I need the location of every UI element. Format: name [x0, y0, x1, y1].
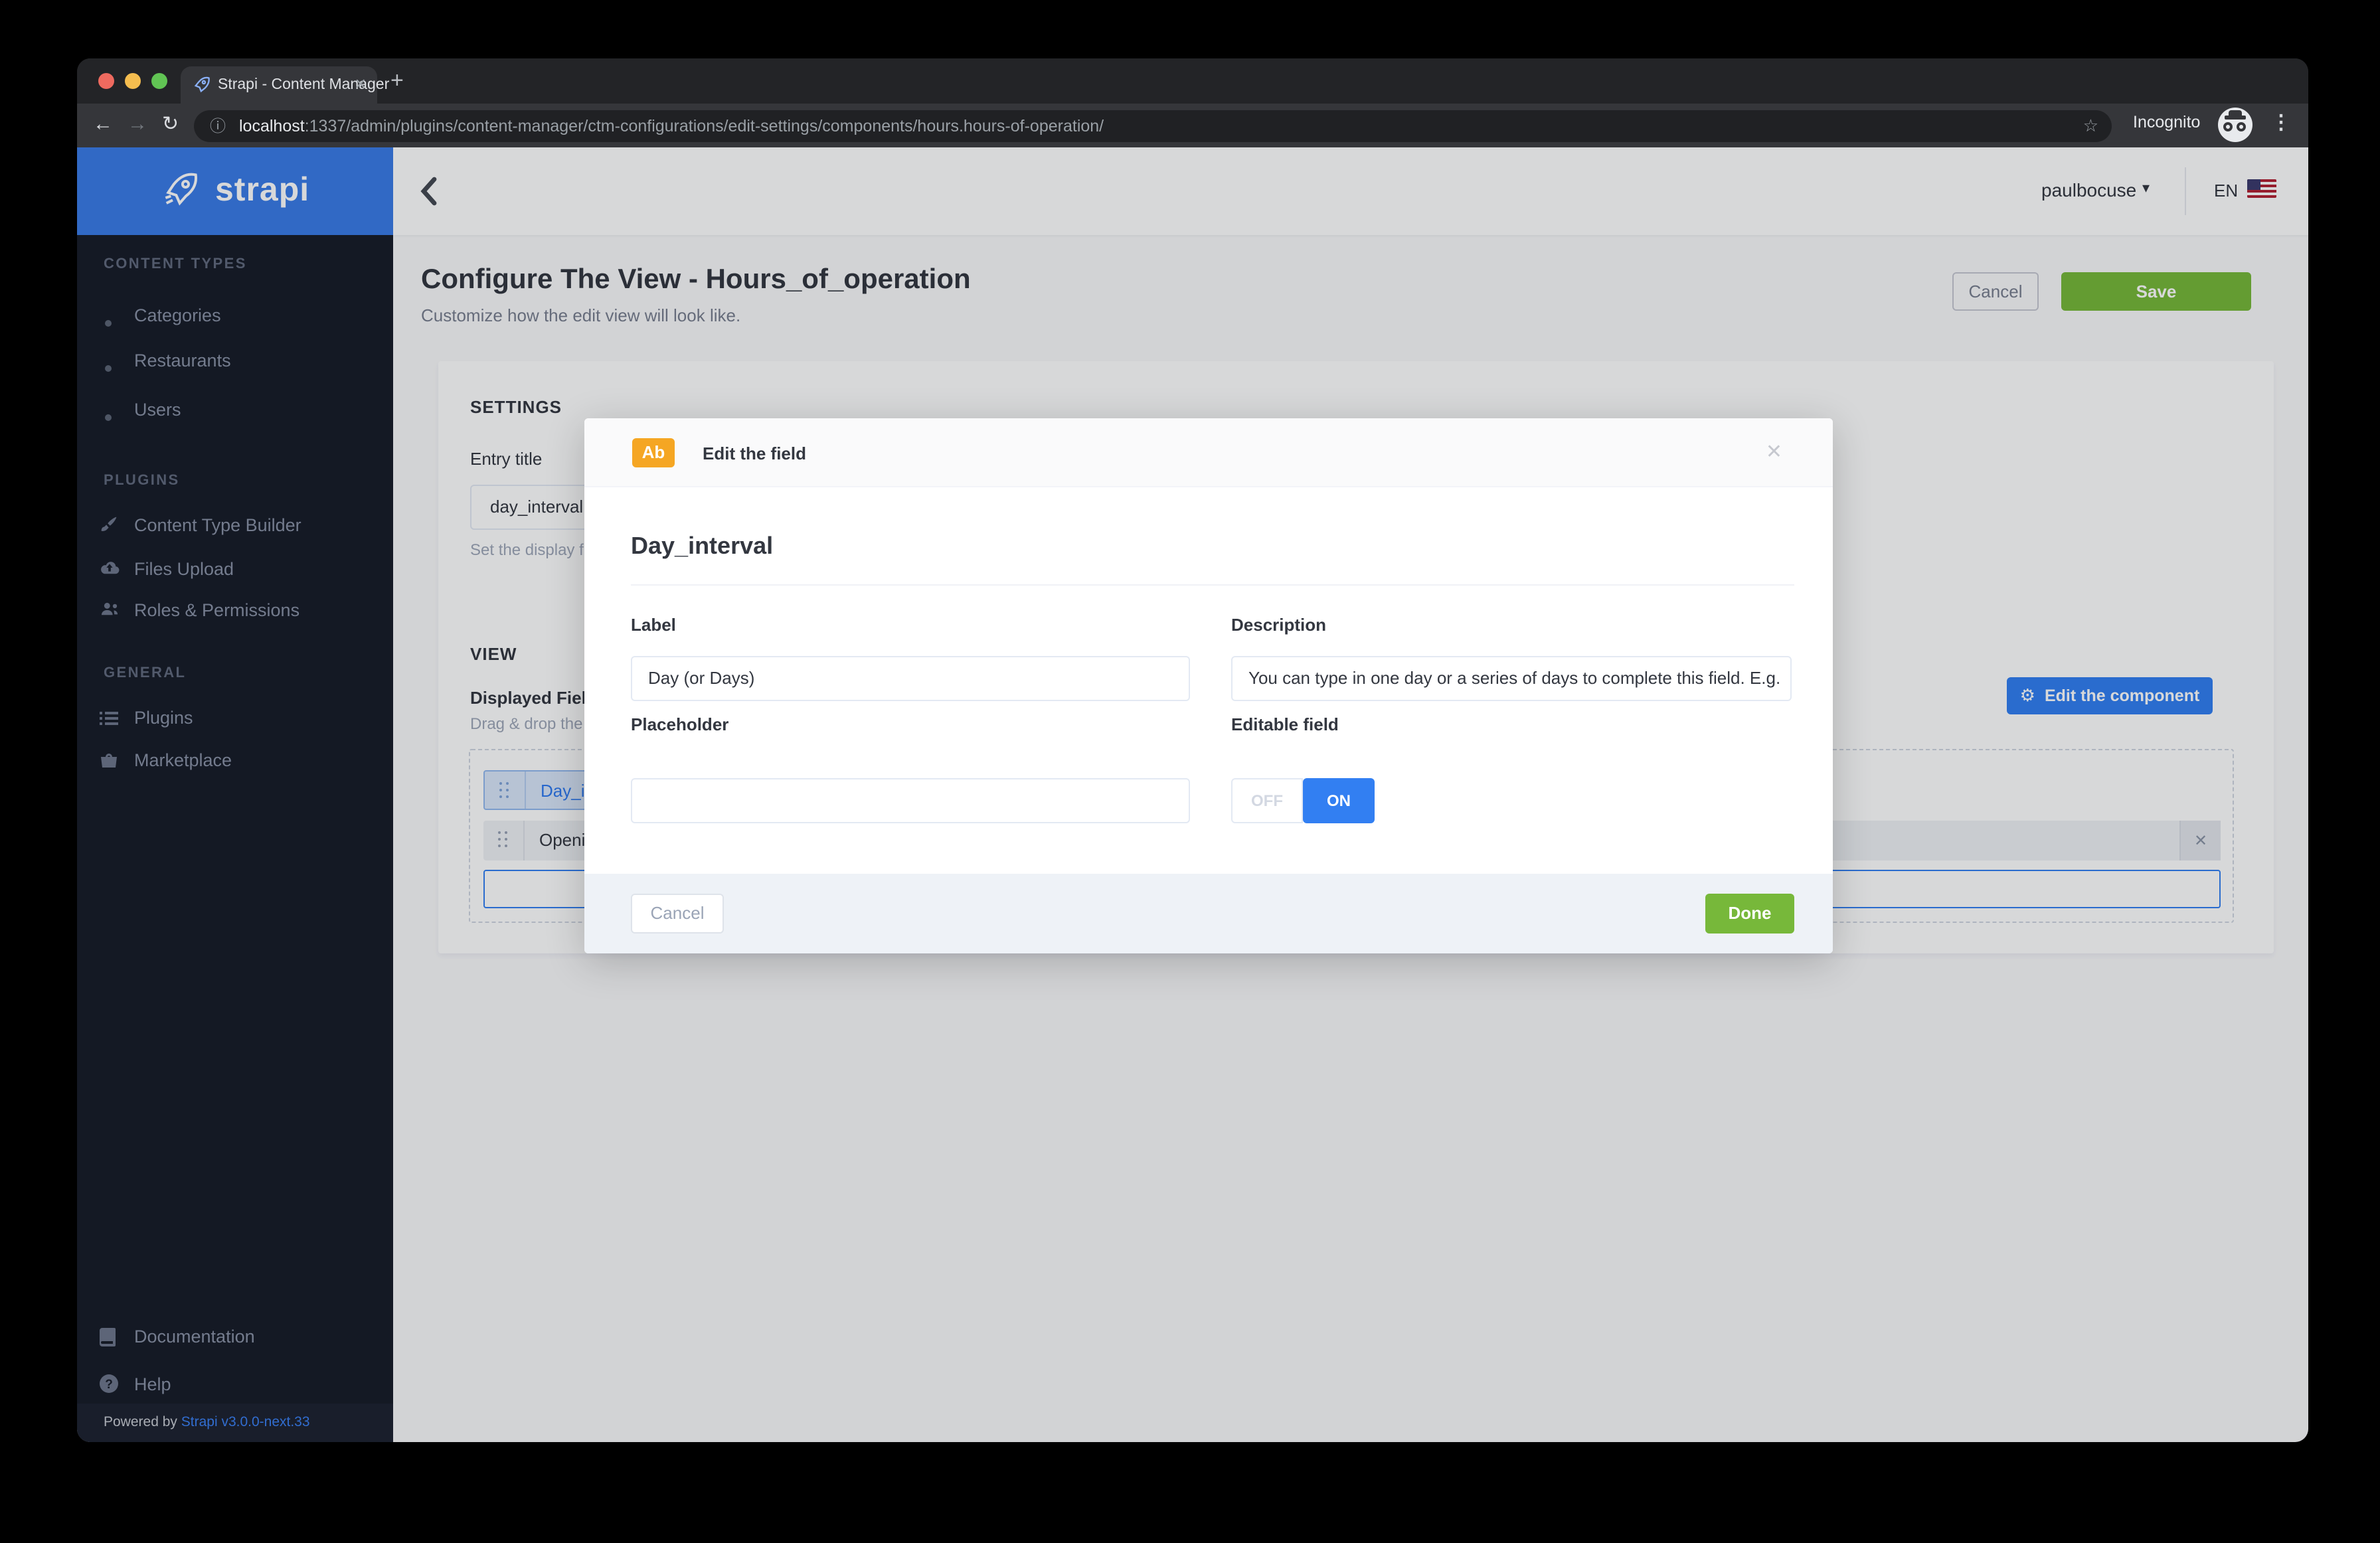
- strapi-favicon-icon: [193, 76, 211, 98]
- forward-icon[interactable]: →: [128, 112, 147, 138]
- label-label: Label: [631, 615, 676, 635]
- modal-close-icon[interactable]: ✕: [1766, 440, 1782, 463]
- url-path: :1337/admin/plugins/content-manager/ctm-…: [305, 117, 1104, 135]
- placeholder-label: Placeholder: [631, 714, 728, 734]
- edit-field-modal: Ab Edit the field ✕ Day_interval Label D…: [584, 418, 1833, 953]
- window-minimize-button[interactable]: [125, 73, 141, 89]
- new-tab-button[interactable]: +: [390, 69, 404, 92]
- window-close-button[interactable]: [98, 73, 114, 89]
- back-icon[interactable]: ←: [93, 112, 113, 138]
- reload-icon[interactable]: ↻: [162, 112, 179, 138]
- tab-close-icon[interactable]: ✕: [355, 76, 367, 93]
- modal-divider: [631, 584, 1794, 586]
- bookmark-star-icon[interactable]: ☆: [2083, 110, 2098, 142]
- label-input[interactable]: Day (or Days): [631, 656, 1190, 701]
- incognito-label: Incognito: [2133, 113, 2200, 131]
- placeholder-input[interactable]: [631, 778, 1190, 823]
- description-label: Description: [1231, 615, 1326, 635]
- page-info-icon[interactable]: ⓘ: [210, 110, 226, 142]
- browser-window: Strapi - Content Manager ✕ + ← → ↻ ⓘ loc…: [77, 58, 2308, 1442]
- url-host: localhost: [239, 117, 305, 135]
- editable-toggle[interactable]: OFF ON: [1231, 778, 1375, 823]
- toggle-on-option[interactable]: ON: [1303, 778, 1375, 823]
- modal-done-button[interactable]: Done: [1705, 894, 1794, 934]
- text-field-type-badge: Ab: [632, 438, 675, 467]
- browser-tab[interactable]: Strapi - Content Manager ✕: [181, 66, 377, 104]
- browser-tabstrip: Strapi - Content Manager ✕ +: [77, 58, 2308, 104]
- modal-header: Ab Edit the field ✕: [584, 418, 1833, 487]
- screen: Strapi - Content Manager ✕ + ← → ↻ ⓘ loc…: [0, 0, 2380, 1543]
- incognito-icon: [2218, 108, 2252, 142]
- url-bar[interactable]: ⓘ localhost:1337/admin/plugins/content-m…: [194, 110, 2112, 142]
- strapi-app: strapi CONTENT TYPES Categories Restaura…: [77, 147, 2308, 1442]
- browser-toolbar: ← → ↻ ⓘ localhost:1337/admin/plugins/con…: [77, 104, 2308, 147]
- modal-cancel-button[interactable]: Cancel: [631, 894, 724, 934]
- editable-field-label: Editable field: [1231, 714, 1339, 734]
- modal-footer: Cancel Done: [584, 874, 1833, 953]
- window-zoom-button[interactable]: [151, 73, 167, 89]
- description-input[interactable]: You can type in one day or a series of d…: [1231, 656, 1792, 701]
- browser-menu-icon[interactable]: ⋮: [2271, 110, 2291, 134]
- toggle-off-option[interactable]: OFF: [1231, 778, 1303, 823]
- modal-field-name: Day_interval: [631, 532, 773, 560]
- modal-header-title: Edit the field: [703, 444, 806, 463]
